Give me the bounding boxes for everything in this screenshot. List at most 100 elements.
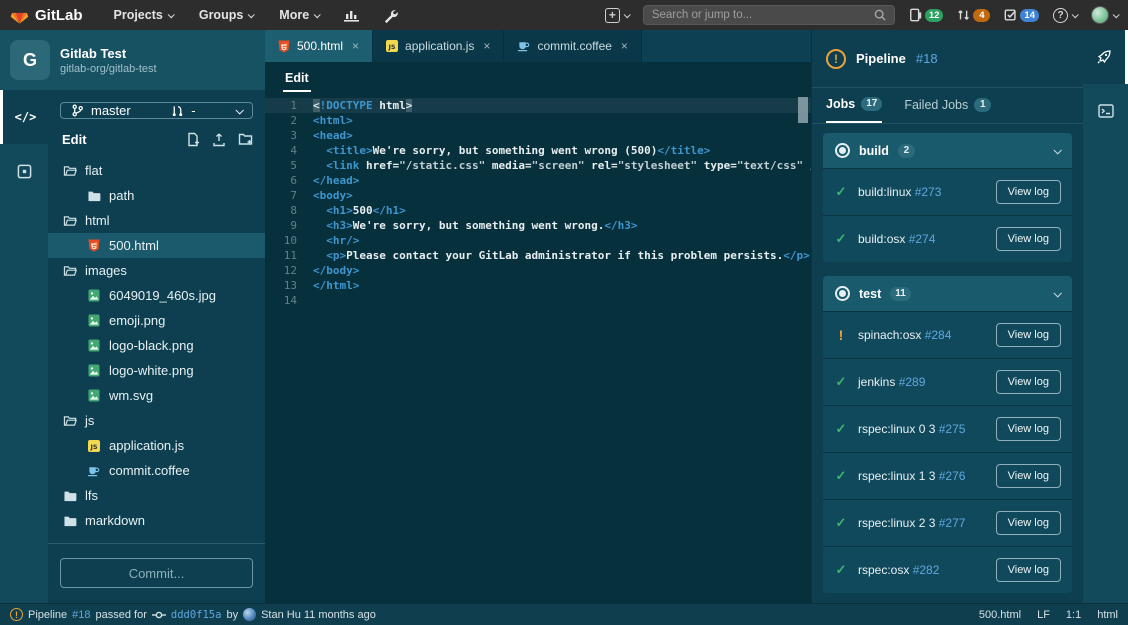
tree-item-label: 500.html xyxy=(109,238,159,253)
job-row-spinach-osx: !spinach:osx #284View log xyxy=(823,311,1072,358)
view-log-button[interactable]: View log xyxy=(996,511,1061,535)
file-explorer-panel: master - Edit xyxy=(48,90,265,603)
view-log-button[interactable]: View log xyxy=(996,227,1061,251)
code-line: 7<body> xyxy=(265,188,811,203)
new-folder-button[interactable] xyxy=(238,132,253,147)
branch-selector[interactable]: master - xyxy=(60,102,253,119)
tree-item-lfs[interactable]: lfs xyxy=(48,483,265,508)
job-id-link[interactable]: #284 xyxy=(925,328,952,342)
admin-wrench-icon[interactable] xyxy=(375,8,406,23)
tree-item-images[interactable]: images xyxy=(48,258,265,283)
tree-item-label: logo-white.png xyxy=(109,363,194,378)
statusbar-filename[interactable]: 500.html xyxy=(979,609,1021,621)
tree-item-wm.svg[interactable]: wm.svg xyxy=(48,383,265,408)
tree-item-6049019_460s.jpg[interactable]: 6049019_460s.jpg xyxy=(48,283,265,308)
rail-pipelines-button[interactable] xyxy=(1083,30,1128,84)
statusbar-pipeline-id-link[interactable]: #18 xyxy=(72,609,90,621)
close-icon[interactable]: × xyxy=(352,39,359,53)
code-token xyxy=(313,159,326,172)
code-line-content: <link href="/static.css" media="screen" … xyxy=(297,158,811,173)
new-file-button[interactable] xyxy=(186,132,200,147)
editor-tab-500.html[interactable]: 500.html× xyxy=(265,30,373,62)
view-log-button[interactable]: View log xyxy=(996,323,1061,347)
pipeline-tab-label: Failed Jobs xyxy=(904,98,968,112)
menu-projects[interactable]: Projects xyxy=(105,8,182,22)
rail-edit-mode-button[interactable]: </> xyxy=(0,90,48,144)
tree-item-flat[interactable]: flat xyxy=(48,158,265,183)
commit-sha-link[interactable]: ddd0f15a xyxy=(171,609,222,621)
tree-item-logo-white.png[interactable]: logo-white.png xyxy=(48,358,265,383)
view-log-button[interactable]: View log xyxy=(996,558,1061,582)
code-editor[interactable]: 1<!DOCTYPE html>2<html>3<head>4 <title>W… xyxy=(265,95,811,603)
tree-item-application.js[interactable]: JSapplication.js xyxy=(48,433,265,458)
statusbar-cursor-position[interactable]: 1:1 xyxy=(1066,609,1081,621)
view-log-button[interactable]: View log xyxy=(996,417,1061,441)
rail-terminal-button[interactable] xyxy=(1083,84,1128,138)
statusbar-line-ending[interactable]: LF xyxy=(1037,609,1050,621)
view-log-button[interactable]: View log xyxy=(996,370,1061,394)
job-id-link[interactable]: #277 xyxy=(939,516,966,530)
editor-scrollbar-thumb[interactable] xyxy=(798,97,808,123)
search-input[interactable] xyxy=(652,9,874,21)
job-id-link[interactable]: #289 xyxy=(899,375,926,389)
project-header[interactable]: G Gitlab Test gitlab-org/gitlab-test xyxy=(0,30,265,90)
job-id-link[interactable]: #282 xyxy=(913,563,940,577)
close-icon[interactable]: × xyxy=(483,39,490,53)
view-log-button[interactable]: View log xyxy=(996,180,1061,204)
code-token: <hr/> xyxy=(326,234,359,247)
help-dropdown[interactable]: ? xyxy=(1053,8,1077,23)
pipeline-tab-jobs[interactable]: Jobs17 xyxy=(826,88,882,123)
job-id-link[interactable]: #273 xyxy=(915,185,942,199)
tree-item-path[interactable]: path xyxy=(48,183,265,208)
stage-header-build[interactable]: build2 xyxy=(823,133,1072,168)
job-name: spinach:osx #284 xyxy=(858,328,951,342)
editor-tab-application.js[interactable]: JSapplication.js× xyxy=(373,30,504,62)
rail-review-mode-button[interactable] xyxy=(0,144,48,198)
stage-header-test[interactable]: test11 xyxy=(823,276,1072,311)
pipeline-id-link[interactable]: #18 xyxy=(916,51,938,66)
merge-requests-indicator[interactable]: 4 xyxy=(957,8,990,22)
todos-indicator[interactable]: 14 xyxy=(1004,8,1039,22)
status-bar: ! Pipeline #18 passed for ddd0f15a by St… xyxy=(0,603,1128,625)
statusbar-language[interactable]: html xyxy=(1097,609,1118,621)
tab-edit-mode[interactable]: Edit xyxy=(283,62,311,92)
code-line: 10 <hr/> xyxy=(265,233,811,248)
chevron-down-icon xyxy=(248,11,255,18)
code-line: 14 xyxy=(265,293,811,308)
tree-item-js[interactable]: js xyxy=(48,408,265,433)
activity-chart-icon[interactable] xyxy=(336,9,367,22)
issues-indicator[interactable]: 12 xyxy=(909,8,944,22)
gitlab-logo[interactable]: GitLab xyxy=(10,6,83,25)
statusbar-passed-text: passed for xyxy=(96,609,147,621)
view-log-button[interactable]: View log xyxy=(996,464,1061,488)
upload-file-button[interactable] xyxy=(212,132,226,147)
job-row-jenkins: ✓jenkins #289View log xyxy=(823,358,1072,405)
job-id-link[interactable]: #276 xyxy=(939,469,966,483)
code-token xyxy=(313,249,326,262)
code-token: <h1> xyxy=(326,204,353,217)
success-check-icon: ✓ xyxy=(834,468,848,484)
commit-button[interactable]: Commit... xyxy=(60,558,253,588)
close-icon[interactable]: × xyxy=(621,39,628,53)
job-id-link[interactable]: #275 xyxy=(939,422,966,436)
menu-groups[interactable]: Groups xyxy=(190,8,262,22)
menu-more[interactable]: More xyxy=(270,8,328,22)
code-token: <p> xyxy=(326,249,346,262)
tree-item-html[interactable]: html xyxy=(48,208,265,233)
file-js-icon: JS xyxy=(86,440,101,452)
tree-item-commit.coffee[interactable]: commit.coffee xyxy=(48,458,265,483)
file-image-icon xyxy=(86,364,101,377)
global-search[interactable] xyxy=(643,5,895,25)
tree-item-500.html[interactable]: 500.html xyxy=(48,233,265,258)
file-coffee-icon xyxy=(517,40,530,52)
tree-item-logo-black.png[interactable]: logo-black.png xyxy=(48,333,265,358)
user-menu[interactable] xyxy=(1091,6,1118,24)
new-item-dropdown[interactable]: + xyxy=(605,8,629,23)
code-line-content: </html> xyxy=(297,278,359,293)
job-id-link[interactable]: #274 xyxy=(909,232,936,246)
pipeline-tab-failed-jobs[interactable]: Failed Jobs1 xyxy=(904,88,991,123)
tree-item-emoji.png[interactable]: emoji.png xyxy=(48,308,265,333)
success-check-icon: ✓ xyxy=(834,421,848,437)
tree-item-markdown[interactable]: markdown xyxy=(48,508,265,533)
editor-tab-commit.coffee[interactable]: commit.coffee× xyxy=(504,30,642,62)
